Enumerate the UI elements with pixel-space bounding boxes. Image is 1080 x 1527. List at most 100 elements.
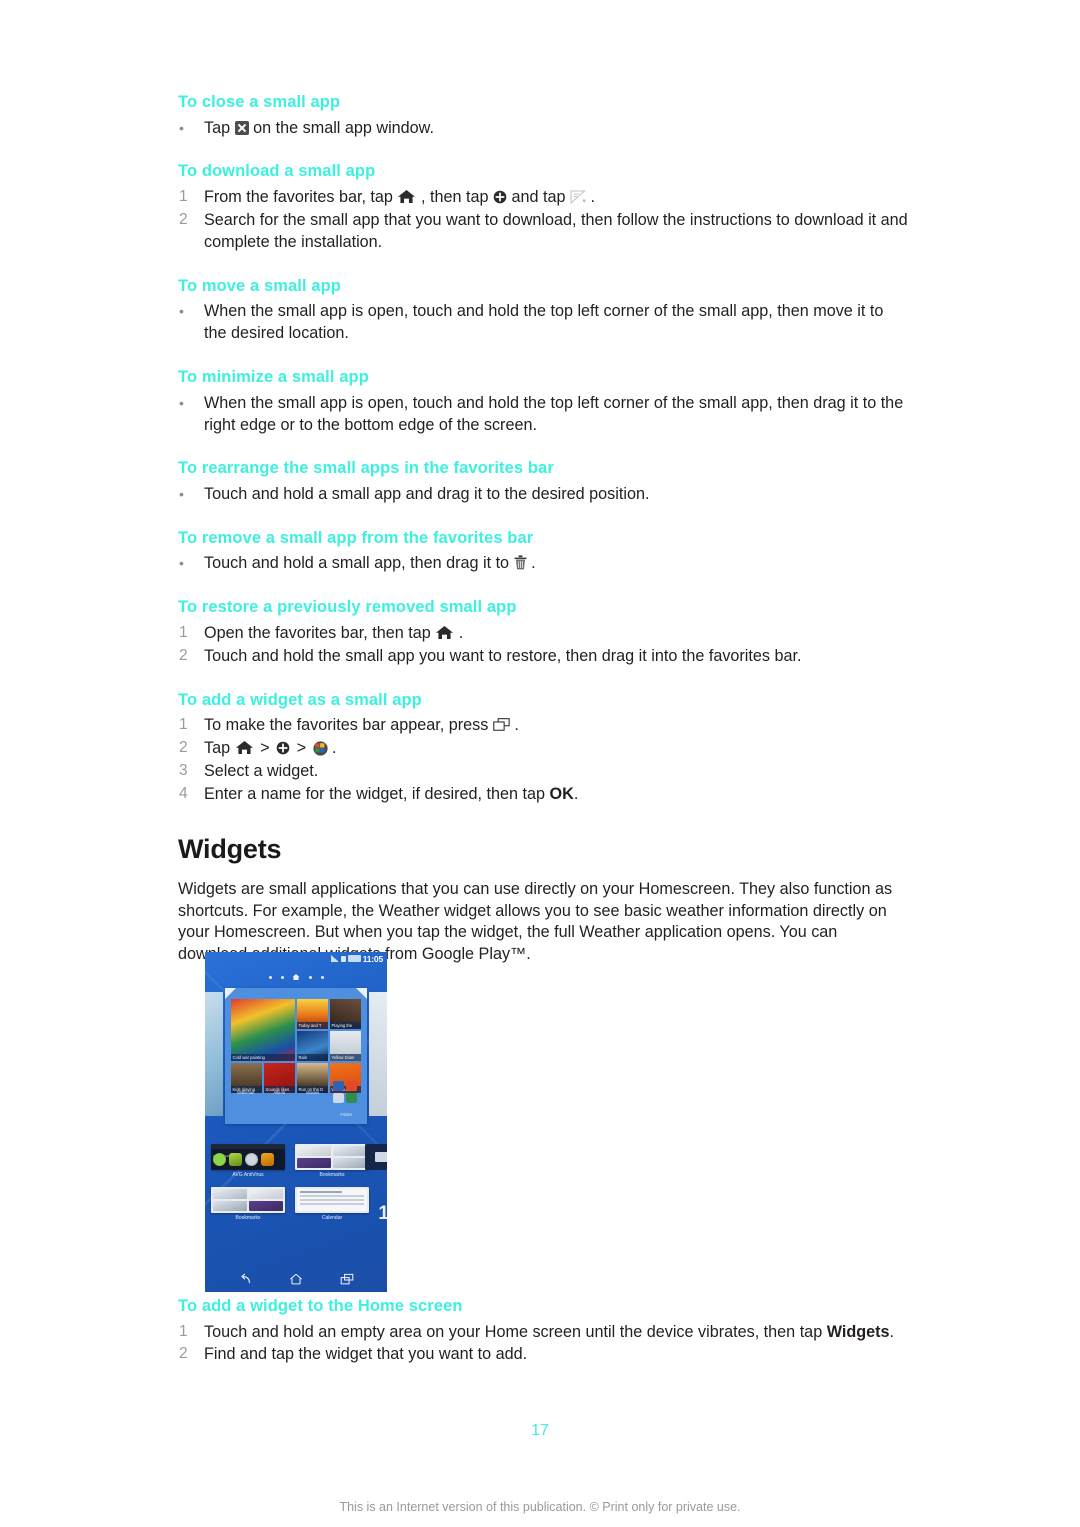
- widget-choice[interactable]: Bookmarks: [295, 1144, 369, 1178]
- widget-thumbnail: AVG AntiVirus: [211, 1144, 285, 1170]
- list-item: 2 Tap > > .: [178, 738, 908, 760]
- item-text-mid: , then tap: [420, 188, 489, 207]
- bullet-marker: •: [179, 394, 184, 411]
- section-heading: To remove a small app from the favorites…: [178, 528, 534, 547]
- album-tile: Today and T: [297, 999, 328, 1029]
- widget-choice-label: AVG AntiVirus: [232, 1172, 264, 1178]
- section-heading: To minimize a small app: [178, 368, 369, 387]
- home-page-indicator-icon: [292, 974, 300, 980]
- back-button[interactable]: [238, 1273, 252, 1286]
- album-tile-label: Cold war painting: [231, 1053, 295, 1061]
- homescreen-preview-right: [369, 992, 387, 1116]
- homescreen-preview-row: Cold war painting Today and T Playing th…: [205, 988, 387, 1130]
- page-title: Widgets: [178, 833, 282, 864]
- album-tile-label: Today and T: [297, 1021, 328, 1029]
- list-item: • When the small app is open, touch and …: [178, 301, 908, 345]
- step-number: 1: [179, 716, 188, 734]
- calendar-line: [300, 1199, 364, 1201]
- widget-choice-label: Calendar: [321, 1215, 343, 1221]
- bookmark-thumb: [213, 1201, 247, 1211]
- list-item: 1 From the favorites bar, tap , then tap…: [178, 187, 908, 209]
- item-text-post: .: [590, 188, 595, 207]
- list-item: 2 Search for the small app that you want…: [178, 210, 908, 254]
- section-heading: To add a widget to the Home screen: [178, 1297, 463, 1315]
- album-tile: Cold war painting: [231, 999, 295, 1061]
- settings-icon: [245, 1152, 258, 1166]
- list-item-body: Touch and hold a small app and drag it t…: [204, 485, 650, 503]
- numbered-list: 1 From the favorites bar, tap , then tap…: [178, 187, 908, 254]
- album-tile: Playing the: [330, 999, 361, 1029]
- scan-icon: [229, 1152, 242, 1166]
- widget-thumbnail-content: [211, 1144, 285, 1170]
- phone-status-bar: 11:05: [205, 952, 387, 965]
- recents-button[interactable]: [340, 1273, 354, 1286]
- separator-gt: >: [260, 739, 270, 758]
- section-add-widget-home-screen: To add a widget to the Home screen 1 Tou…: [178, 1296, 908, 1366]
- folder-icon: [333, 1081, 359, 1103]
- page-content-bottom: To add a widget to the Home screen 1 Tou…: [178, 1296, 908, 1388]
- step-number: 1: [179, 623, 188, 641]
- section-heading: To restore a previously removed small ap…: [178, 598, 517, 617]
- widget-choice[interactable]: Calendar: [295, 1187, 369, 1221]
- bookmark-thumb: [213, 1189, 247, 1199]
- app-shortcut-row: Walkman Album Movies Folder: [231, 1081, 361, 1121]
- trash-icon: [514, 555, 527, 570]
- homescreen-page-indicator: [205, 974, 387, 980]
- widget-choice[interactable]: AVG AntiVirus AVG AntiVirus: [211, 1144, 285, 1178]
- page-dot: [268, 975, 272, 979]
- list-item: • Tap on the small app window.: [178, 118, 908, 140]
- item-text-post: on the small app window.: [253, 118, 434, 137]
- app-shortcut-label: Walkman: [237, 1090, 255, 1095]
- bookmark-thumb: [333, 1158, 367, 1168]
- item-text-pre: Open the favorites bar, then tap: [204, 623, 431, 642]
- list-item: 1 To make the favorites bar appear, pres…: [178, 715, 908, 737]
- section-heading: To rearrange the small apps in the favor…: [178, 459, 554, 478]
- widget-thumbnail: [295, 1144, 369, 1170]
- corner-marker: [225, 988, 236, 999]
- list-item: • Touch and hold a small app and drag it…: [178, 484, 908, 506]
- list-item-body: Find and tap the widget that you want to…: [204, 1345, 528, 1364]
- bullet-marker: •: [179, 555, 184, 572]
- calendar-line: [300, 1203, 364, 1205]
- album-tile-label: Playing the: [330, 1021, 361, 1029]
- section-rearrange-small-apps: To rearrange the small apps in the favor…: [178, 458, 908, 505]
- item-text-pre: From the favorites bar, tap: [204, 188, 393, 207]
- list-item-body: Touch and hold the small app you want to…: [204, 646, 802, 665]
- list-item-body: When the small app is open, touch and ho…: [204, 302, 884, 343]
- item-text-pre: To make the favorites bar appear, press: [204, 716, 489, 735]
- widget-choice[interactable]: Bookmarks: [211, 1187, 285, 1221]
- list-item-body: Enter a name for the widget, if desired,…: [204, 784, 908, 806]
- list-item-body: Tap on the small app window.: [204, 118, 908, 140]
- inline-bold-ok: OK: [549, 784, 574, 803]
- item-text-post: .: [332, 739, 337, 758]
- widget-picker-row: Bookmarks Calendar: [211, 1187, 381, 1221]
- calendar-line: [300, 1191, 342, 1193]
- list-item: • Touch and hold a small app, then drag …: [178, 553, 908, 575]
- section-download-small-app: To download a small app 1 From the favor…: [178, 161, 908, 253]
- home-icon: [397, 189, 416, 204]
- widget-ball-icon: [312, 741, 328, 756]
- widget-picker-list: AVG AntiVirus AVG AntiVirus: [205, 1138, 387, 1266]
- bullet-marker: •: [179, 119, 184, 136]
- home-button[interactable]: [289, 1273, 303, 1286]
- get-more-small-apps-icon: [570, 190, 586, 205]
- item-text-post: .: [889, 1322, 895, 1341]
- widget-thumbnail-content: [297, 1189, 367, 1211]
- list-item-body: Search for the small app that you want t…: [204, 210, 908, 251]
- bookmark-thumb: [249, 1201, 283, 1211]
- step-number: 1: [179, 1322, 188, 1340]
- step-number: 4: [179, 784, 188, 802]
- list-item-body: To make the favorites bar appear, press …: [204, 715, 908, 737]
- bookmark-thumb: [297, 1158, 331, 1168]
- list-item-body: Select a widget.: [204, 762, 319, 781]
- widget-page-counter-value: 1: [378, 1203, 387, 1224]
- widget-choice-partial[interactable]: [365, 1144, 387, 1170]
- step-number: 2: [179, 646, 188, 664]
- section-add-widget-as-small-app: To add a widget as a small app 1 To make…: [178, 690, 908, 806]
- close-icon: [234, 120, 249, 135]
- step-number: 1: [179, 188, 188, 206]
- widget-thumbnail: [211, 1187, 285, 1213]
- section-close-small-app: To close a small app • Tap on the small …: [178, 92, 908, 139]
- section-minimize-small-app: To minimize a small app • When the small…: [178, 367, 908, 436]
- plus-circle-icon: [276, 741, 290, 755]
